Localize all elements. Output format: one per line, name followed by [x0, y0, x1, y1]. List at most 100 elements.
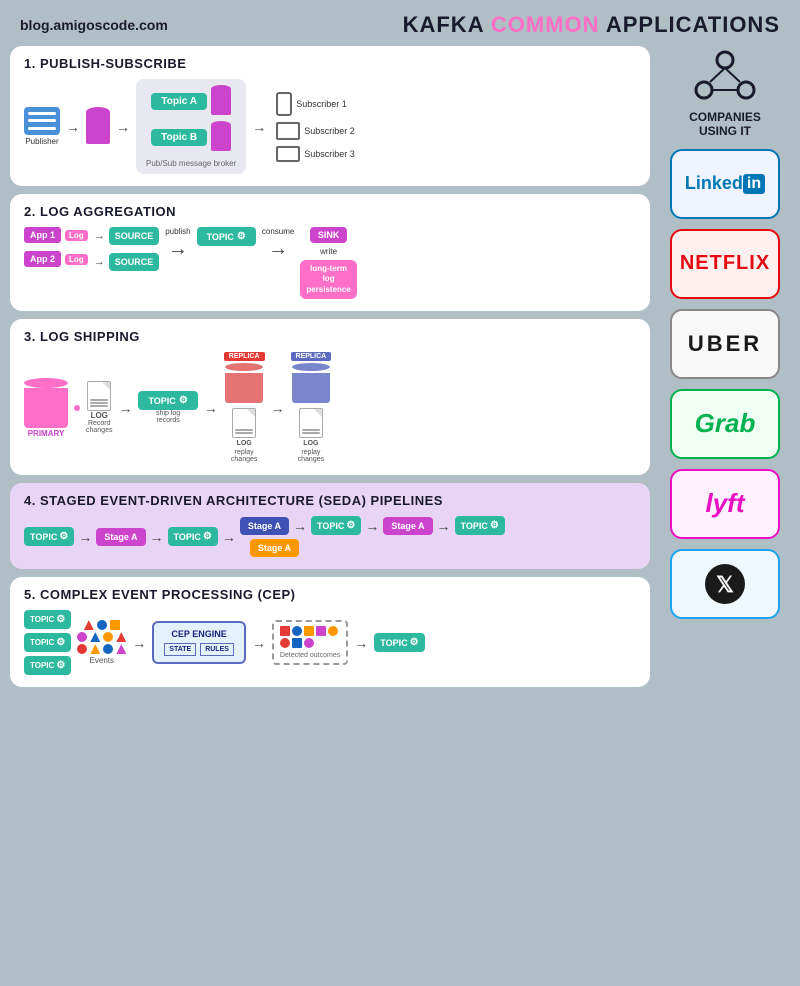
seda-branch: Stage A → TOPIC ⚙ → Stage A → TOPIC ⚙ St… — [240, 516, 505, 557]
arrow-1: → — [66, 119, 80, 135]
app2-row: App 2 Log — [24, 251, 88, 267]
sub3-label: Subscriber 3 — [304, 149, 355, 159]
shape-circle-orange — [103, 632, 113, 642]
replica1-badge: REPLICA — [224, 352, 265, 361]
broker-area: Topic A Topic B Pub/ — [136, 79, 246, 174]
grab-logo: Grab — [695, 408, 756, 439]
monitor-icon — [276, 122, 300, 140]
app1-row: App 1 Log — [24, 227, 88, 243]
cep-output-topic: TOPIC ⚙ — [374, 633, 424, 652]
rules-box: RULES — [200, 643, 234, 656]
company-netflix: NETFLIX — [670, 229, 780, 299]
detected-shapes — [280, 626, 340, 648]
seda-top-branch: Stage A → TOPIC ⚙ → Stage A → TOPIC ⚙ — [240, 516, 505, 535]
primary-label: PRIMARY — [28, 429, 65, 438]
source1-row: → SOURCE — [94, 227, 160, 245]
publisher-server-icon — [24, 107, 60, 135]
persistence-box: long-termlogpersistence — [300, 260, 356, 299]
seda-topic-4: TOPIC ⚙ — [455, 516, 505, 535]
replica1-group: REPLICA LOG replaychanges — [224, 352, 265, 463]
seda-stage-2b: Stage A — [250, 539, 299, 557]
linkedin-in: in — [743, 174, 765, 194]
seda-stage-1: Stage A — [96, 528, 145, 546]
cep-engine-title: CEP ENGINE — [164, 629, 234, 639]
topic-a-row: Topic A — [151, 85, 231, 117]
log-agg-title: 2. LOG AGGREGATION — [24, 204, 636, 219]
pubsub-title: 1. PUBLISH-SUBSCRIBE — [24, 56, 636, 71]
panel-pubsub: 1. PUBLISH-SUBSCRIBE Publisher → — [10, 46, 650, 186]
seda-stage-2a: Stage A — [240, 517, 289, 535]
server-line-3 — [28, 127, 56, 130]
topic-a: Topic A — [151, 93, 207, 110]
companies-label: COMPANIESUSING IT — [689, 110, 761, 139]
subscriber-3: Subscriber 3 — [276, 146, 355, 162]
log-ship-diagram: PRIMARY LOG Recordchanges → — [24, 352, 636, 463]
events-label: Events — [90, 656, 114, 665]
seda-stage-3: Stage A — [383, 517, 432, 535]
ship-log-label: ship logrecords — [156, 410, 180, 424]
state-box: STATE — [164, 643, 196, 656]
source2-box: SOURCE — [109, 253, 160, 271]
subscriber-1: Subscriber 1 — [276, 92, 355, 116]
shape-circle-blue2 — [103, 644, 113, 654]
broker-label: Pub/Sub message broker — [146, 159, 236, 168]
topic-cog: TOPIC ⚙ — [197, 227, 256, 246]
log-doc3-icon — [299, 408, 323, 438]
panel-cep: 5. COMPLEX EVENT PROCESSING (CEP) TOPIC … — [10, 577, 650, 687]
sink-group: SINK write long-termlogpersistence — [300, 227, 356, 299]
publish-group: publish → — [165, 227, 190, 261]
apps-group: App 1 Log App 2 Log — [24, 227, 88, 267]
seda-bottom-branch: Stage A — [240, 539, 505, 557]
publisher-label: Publisher — [25, 137, 58, 146]
events-group: Events — [77, 620, 126, 665]
log-ship-title: 3. LOG SHIPPING — [24, 329, 636, 344]
server-line-2 — [28, 119, 56, 122]
log-doc-icon — [87, 381, 111, 411]
message-cylinder — [86, 107, 110, 147]
netflix-logo: NETFLIX — [680, 252, 770, 275]
log1-badge: Log — [65, 230, 88, 241]
log-doc-group: LOG Recordchanges — [86, 381, 112, 434]
company-lyft: lyft — [670, 469, 780, 539]
source1-box: SOURCE — [109, 227, 160, 245]
cep-topics-left: TOPIC ⚙ TOPIC ⚙ TOPIC ⚙ — [24, 610, 71, 675]
shape-tri-red — [84, 620, 94, 630]
detected-box: Detected outcomes — [272, 620, 348, 665]
panel-log-ship: 3. LOG SHIPPING PRIMARY — [10, 319, 650, 475]
log-doc2-icon — [232, 408, 256, 438]
replica2-badge: REPLICA — [291, 352, 332, 361]
cog-icon: ⚙ — [237, 231, 246, 242]
cep-title: 5. COMPLEX EVENT PROCESSING (CEP) — [24, 587, 636, 602]
seda-title: 4. STAGED EVENT-DRIVEN ARCHITECTURE (SED… — [24, 493, 636, 508]
shape-tri-red2 — [116, 632, 126, 642]
ship-topic: TOPIC ⚙ ship logrecords — [138, 391, 197, 424]
app1-label: App 1 — [24, 227, 61, 243]
ship-topic-box: TOPIC ⚙ — [138, 391, 197, 410]
consume-group: consume → — [262, 227, 294, 261]
right-sidebar: COMPANIESUSING IT Linked in NETFLIX UBER… — [660, 46, 790, 687]
lyft-logo: lyft — [706, 488, 745, 519]
panel-log-agg: 2. LOG AGGREGATION App 1 Log App 2 Log — [10, 194, 650, 311]
seda-topic-2: TOPIC ⚙ — [168, 527, 218, 546]
seda-topic-3: TOPIC ⚙ — [311, 516, 361, 535]
sub1-label: Subscriber 1 — [296, 99, 347, 109]
company-grab: Grab — [670, 389, 780, 459]
cep-engine-box: CEP ENGINE STATE RULES — [152, 621, 246, 664]
events-row3 — [77, 644, 126, 654]
uber-logo: UBER — [688, 331, 762, 357]
server-line-1 — [28, 112, 56, 115]
shape-tri-orange — [90, 644, 100, 654]
topic-cog-icon: ⚙ — [179, 395, 188, 406]
db-primary-top — [24, 378, 68, 388]
shape-circle-blue — [97, 620, 107, 630]
topic-b: Topic B — [151, 129, 207, 146]
primary-db: PRIMARY — [24, 378, 68, 438]
cep-sub-row: STATE RULES — [164, 643, 234, 656]
shape-circle-red — [77, 644, 87, 654]
company-uber: UBER — [670, 309, 780, 379]
arrow-3: → — [252, 119, 266, 135]
seda-topic-1: TOPIC ⚙ — [24, 527, 74, 546]
cep-diagram: TOPIC ⚙ TOPIC ⚙ TOPIC ⚙ — [24, 610, 636, 675]
shape-tri-purple — [116, 644, 126, 654]
log2-badge: Log — [65, 254, 88, 265]
